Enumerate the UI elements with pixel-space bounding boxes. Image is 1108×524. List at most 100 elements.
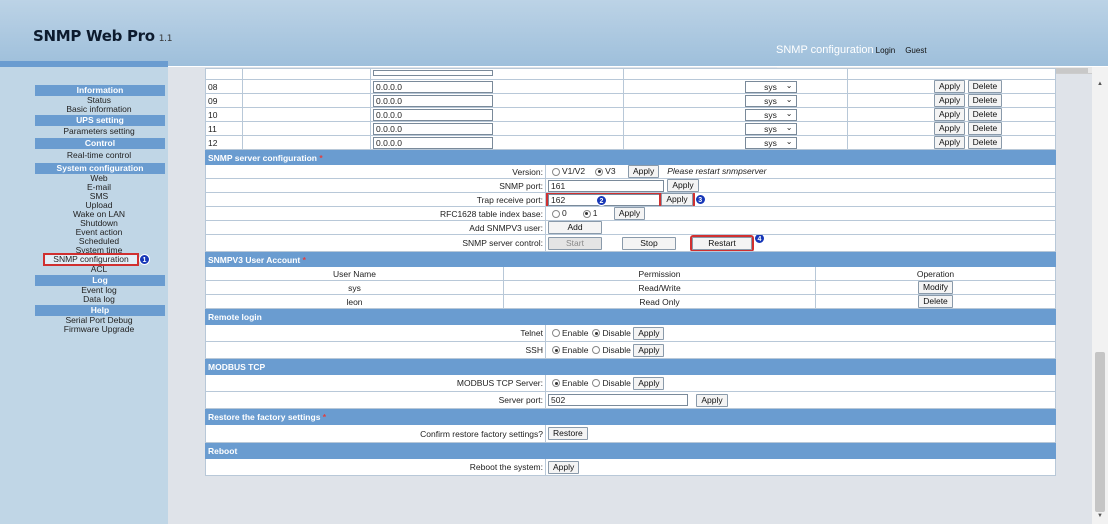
- row-index: 10: [205, 107, 243, 122]
- restore-label: Confirm restore factory settings?: [205, 424, 546, 443]
- delete-button[interactable]: Delete: [967, 122, 1003, 135]
- step-badge-3: 3: [694, 193, 706, 205]
- ssh-apply-button[interactable]: Apply: [633, 343, 665, 357]
- server-port-input[interactable]: 502: [548, 394, 688, 406]
- reboot-table: Reboot Reboot the system: Apply: [205, 443, 1056, 476]
- snmp-port-apply-button[interactable]: Apply: [667, 179, 699, 192]
- apply-button[interactable]: Apply: [934, 122, 966, 135]
- apply-button[interactable]: Apply: [934, 108, 966, 121]
- section-title-v3-accounts: SNMPV3 User Account *: [204, 252, 1057, 267]
- page-title: SNMP configuration: [776, 44, 874, 56]
- ssh-label: SSH: [205, 341, 546, 359]
- table-row: 09 0.0.0.0 sys ⌄ Apply Delete: [205, 93, 1056, 108]
- community-select[interactable]: sys ⌄: [744, 80, 797, 93]
- community-select[interactable]: sys ⌄: [744, 94, 797, 107]
- app-logo: SNMP Web Pro 1.1: [33, 27, 173, 45]
- delete-user-button[interactable]: Delete: [918, 295, 953, 308]
- ip-input[interactable]: 0.0.0.0: [373, 108, 493, 121]
- step-badge-1: 1: [139, 254, 150, 265]
- stop-button[interactable]: Stop: [622, 236, 676, 250]
- header-user-name: User Name: [205, 266, 504, 281]
- server-port-apply-button[interactable]: Apply: [696, 393, 728, 407]
- ip-input[interactable]: 0.0.0.0: [373, 80, 493, 93]
- chevron-down-icon: ⌄: [785, 80, 793, 90]
- header-operation: Operation: [814, 266, 1057, 281]
- radio-ssh-disable[interactable]: [592, 346, 601, 354]
- table-row: 12 0.0.0.0 sys ⌄ Apply Delete: [205, 135, 1056, 150]
- add-user-button[interactable]: Add: [548, 221, 602, 234]
- restart-button[interactable]: Restart: [690, 235, 754, 251]
- step-badge-4: 4: [754, 235, 765, 245]
- radio-modbus-disable[interactable]: [592, 379, 601, 387]
- apply-button[interactable]: Apply: [934, 80, 966, 93]
- community-select[interactable]: sys ⌄: [744, 136, 797, 149]
- control-label: SNMP server control:: [205, 234, 546, 252]
- vertical-scrollbar[interactable]: ▲ ▼: [1092, 67, 1108, 524]
- section-title-reboot: Reboot: [205, 443, 1056, 459]
- rfc0-label: 0: [562, 207, 567, 218]
- menu-item-data-log[interactable]: Data log: [33, 295, 165, 304]
- v3-label: V3: [605, 165, 616, 176]
- snmp-port-label: SNMP port:: [205, 178, 546, 193]
- remote-login-table: Remote login Telnet Enable Disable Apply S…: [205, 309, 1056, 359]
- menu-item-parameters-setting[interactable]: Parameters setting: [33, 126, 165, 137]
- radio-v3[interactable]: [595, 167, 604, 176]
- table-row: 10 0.0.0.0 sys ⌄ Apply Delete: [205, 107, 1056, 122]
- radio-ssh-enable[interactable]: [552, 346, 560, 354]
- menu-item-real-time-control[interactable]: Real-time control: [33, 149, 165, 162]
- snmp-port-input[interactable]: 161: [548, 179, 664, 192]
- user-name: sys: [205, 280, 504, 295]
- login-link[interactable]: Login: [876, 46, 896, 55]
- modbus-apply-button[interactable]: Apply: [633, 376, 665, 390]
- community-select[interactable]: sys ⌄: [744, 108, 797, 121]
- menu-item-snmp-configuration[interactable]: SNMP configuration: [43, 253, 139, 266]
- scroll-down-icon[interactable]: ▼: [1097, 513, 1103, 519]
- telnet-label: Telnet: [205, 324, 546, 342]
- reboot-apply-button[interactable]: Apply: [548, 460, 580, 474]
- delete-button[interactable]: Delete: [967, 80, 1003, 93]
- row-index: 12: [205, 135, 243, 150]
- menu-header-control: Control: [35, 138, 165, 149]
- chevron-down-icon: ⌄: [785, 136, 793, 146]
- radio-rfc-0[interactable]: [552, 209, 560, 218]
- menu-item-basic-information[interactable]: Basic information: [33, 105, 165, 114]
- table-row: [205, 68, 1056, 80]
- radio-rfc-1[interactable]: [582, 209, 591, 218]
- delete-button[interactable]: Delete: [967, 94, 1003, 107]
- apply-button[interactable]: Apply: [934, 94, 966, 107]
- table-row: leon Read Only Delete: [205, 294, 1057, 309]
- trap-port-apply-button[interactable]: Apply: [659, 193, 695, 206]
- radio-telnet-enable[interactable]: [552, 329, 560, 337]
- rfc1-label: 1: [592, 207, 598, 218]
- version-apply-button[interactable]: Apply: [627, 165, 660, 178]
- apply-button[interactable]: Apply: [934, 136, 966, 149]
- table-row: sys Read/Write Modify: [205, 280, 1057, 295]
- scroll-up-icon[interactable]: ▲: [1097, 81, 1103, 87]
- menu-item-firmware-upgrade[interactable]: Firmware Upgrade: [33, 325, 165, 334]
- modify-button[interactable]: Modify: [917, 281, 954, 294]
- telnet-apply-button[interactable]: Apply: [633, 326, 665, 340]
- ip-input-partial[interactable]: [373, 69, 493, 76]
- delete-button[interactable]: Delete: [967, 136, 1003, 149]
- delete-button[interactable]: Delete: [967, 108, 1003, 121]
- restore-button[interactable]: Restore: [548, 427, 588, 440]
- menu-item-acl[interactable]: ACL: [33, 265, 165, 274]
- header-bar: SNMP Web Pro 1.1 SNMP configuration Login G…: [0, 0, 1108, 66]
- content: 08 0.0.0.0 sys ⌄ Apply Delete 09 0.0.0.0 sys ⌄ A…: [204, 68, 1057, 476]
- row-index: 09: [205, 93, 243, 108]
- header-permission: Permission: [503, 266, 816, 281]
- vertical-scroll-thumb[interactable]: [1095, 352, 1105, 512]
- start-button[interactable]: Start: [548, 236, 602, 250]
- rfc-apply-button[interactable]: Apply: [613, 207, 646, 220]
- ip-input[interactable]: 0.0.0.0: [373, 122, 493, 135]
- row-index: 11: [205, 121, 243, 136]
- radio-telnet-disable[interactable]: [592, 329, 601, 337]
- chevron-down-icon: ⌄: [785, 122, 793, 132]
- radio-v1v2[interactable]: [552, 167, 560, 176]
- radio-modbus-enable[interactable]: [552, 379, 560, 387]
- chevron-down-icon: ⌄: [785, 108, 793, 118]
- community-select[interactable]: sys ⌄: [744, 122, 797, 135]
- ip-input[interactable]: 0.0.0.0: [373, 94, 493, 107]
- sidebar: Information Status Basic information UPS…: [0, 67, 168, 524]
- ip-input[interactable]: 0.0.0.0: [373, 136, 493, 149]
